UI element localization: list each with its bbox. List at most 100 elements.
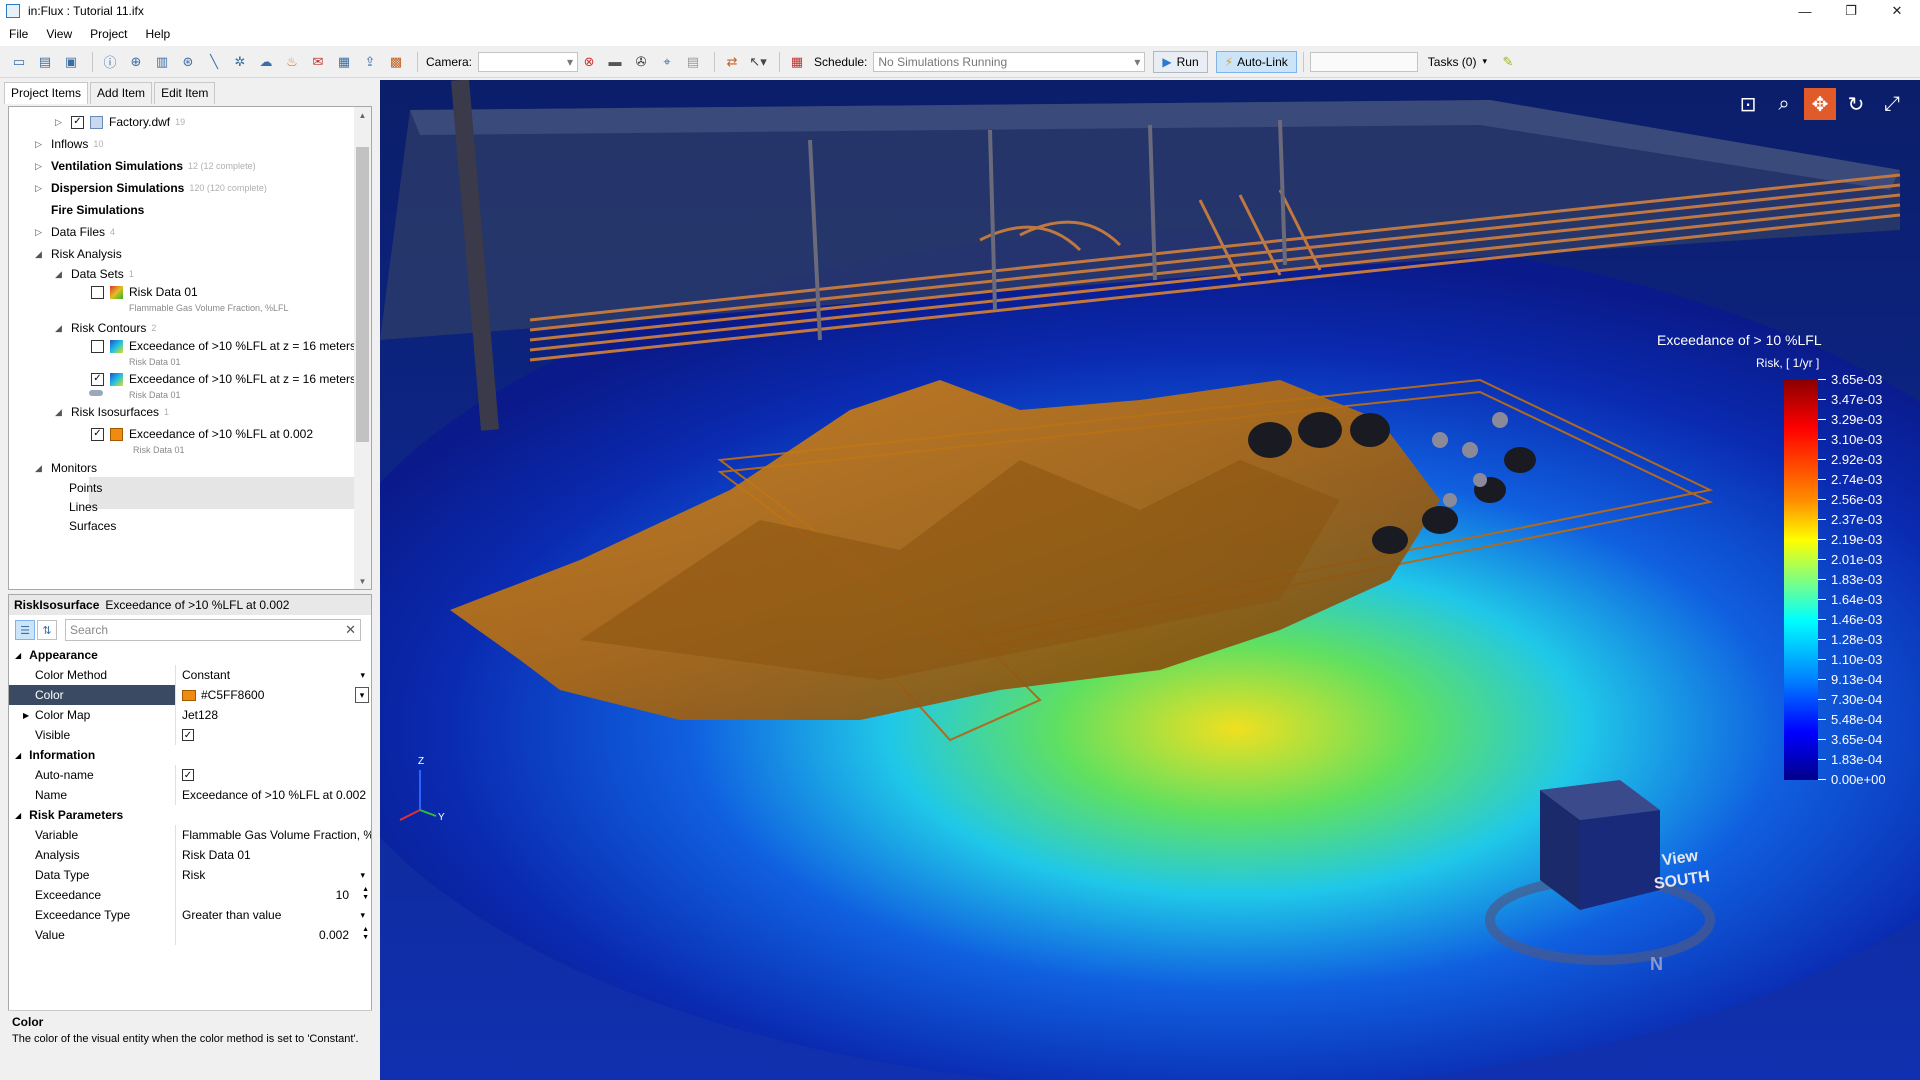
tree-item-lines[interactable]: Lines <box>69 498 98 516</box>
prop-color[interactable]: Color #C5FF8600 ▾ <box>9 685 371 705</box>
checkbox-unchecked-icon[interactable] <box>91 339 104 353</box>
camera-icon[interactable]: ▬ <box>604 51 626 73</box>
category-risk-parameters[interactable]: ◢ Risk Parameters <box>9 805 371 825</box>
tree-item-risk-analysis[interactable]: ◢ Risk Analysis <box>35 245 122 263</box>
tree-item-dispersion[interactable]: ▷ Dispersion Simulations 120 (120 complete… <box>35 179 267 197</box>
run-button[interactable]: ▶ Run <box>1153 50 1208 73</box>
prop-exceedance-type[interactable]: Exceedance Type Greater than value ▾ <box>9 905 371 925</box>
prop-color-map[interactable]: ▶ Color Map Jet128 <box>9 705 371 725</box>
checkbox-unchecked-icon[interactable] <box>91 285 104 299</box>
tree-item-isosurface-1[interactable]: ✓ Exceedance of >10 %LFL at 0.002 <box>91 425 313 443</box>
tree-item-risk-contours[interactable]: ◢ Risk Contours 2 <box>55 319 156 337</box>
checkbox-checked-icon[interactable]: ✓ <box>91 427 104 441</box>
save-icon[interactable]: ▣ <box>60 51 82 73</box>
scroll-thumb[interactable] <box>356 147 369 442</box>
report-icon[interactable]: ▦ <box>333 51 355 73</box>
alphabetical-view-icon[interactable]: ⇅ <box>37 620 57 640</box>
tree-item-risk-isosurfaces[interactable]: ◢ Risk Isosurfaces 1 <box>55 403 169 421</box>
open-folder-icon[interactable]: ▤ <box>34 51 56 73</box>
legend-tick <box>1818 519 1826 520</box>
tree-item-points[interactable]: Points <box>69 479 102 497</box>
tree-item-monitors[interactable]: ◢ Monitors <box>35 459 97 477</box>
line-icon[interactable]: ╲ <box>203 51 225 73</box>
schedule-select[interactable]: No Simulations Running ▾ <box>873 51 1146 72</box>
fullscreen-icon[interactable]: ⤢ <box>1876 88 1908 120</box>
prop-data-type[interactable]: Data Type Risk ▾ <box>9 865 371 885</box>
tree-item-data-sets[interactable]: ◢ Data Sets 1 <box>55 265 134 283</box>
prop-variable[interactable]: Variable Flammable Gas Volume Fraction, … <box>9 825 371 845</box>
add-item-icon[interactable]: ⊕ <box>125 51 147 73</box>
legend-label-text: 5.48e-04 <box>1831 712 1883 727</box>
tree-item-contour-1[interactable]: Exceedance of >10 %LFL at z = 16 meters <box>91 337 356 355</box>
legend-label: 1.83e-03 <box>1818 572 1882 587</box>
collapse-icon: ◢ <box>15 650 22 660</box>
menu-view[interactable]: View <box>37 27 81 41</box>
menu-help[interactable]: Help <box>137 27 180 41</box>
camera-select[interactable]: ▾ <box>478 51 579 72</box>
pointer-icon[interactable]: ↖▾ <box>747 51 769 73</box>
menu-file[interactable]: File <box>0 27 37 41</box>
legend-label-text: 3.65e-03 <box>1831 372 1883 387</box>
tree-item-fire[interactable]: Fire Simulations <box>51 201 144 219</box>
chevron-down-icon[interactable]: ▾ <box>1482 56 1487 67</box>
prop-name[interactable]: Name Exceedance of >10 %LFL at 0.002 <box>9 785 371 805</box>
window-title: in:Flux : Tutorial 11.ifx <box>28 4 144 18</box>
checkbox-checked-icon[interactable]: ✓ <box>71 115 84 129</box>
delete-camera-icon[interactable]: ⊗ <box>578 51 600 73</box>
info-icon[interactable]: ⓘ <box>99 51 121 73</box>
zoom-extents-icon[interactable]: ⊡ <box>1732 88 1764 120</box>
maximize-button[interactable]: ❐ <box>1828 0 1874 22</box>
menu-project[interactable]: Project <box>81 27 136 41</box>
transform-icon[interactable]: ⇄ <box>721 51 743 73</box>
tree-item-factory[interactable]: ▷ ✓ Factory.dwf 19 <box>55 113 185 131</box>
fan-icon[interactable]: ✲ <box>229 51 251 73</box>
legend-tick <box>1818 539 1826 540</box>
export-icon[interactable]: ⇪ <box>359 51 381 73</box>
legend-tick <box>1818 499 1826 500</box>
new-project-icon[interactable]: ▭ <box>8 51 30 73</box>
tree-item-surfaces[interactable]: Surfaces <box>69 517 116 535</box>
3d-viewport[interactable]: Z Y N ⊡ ⌕ ✥ ↻ ⤢ Exceedance of > 10 %LFL … <box>380 80 1920 1080</box>
prop-value[interactable]: Value 0.002 ▲ ▼ <box>9 925 371 945</box>
tree-item-ventilation[interactable]: ▷ Ventilation Simulations 12 (12 complete) <box>35 157 256 175</box>
tree-item-data-files[interactable]: ▷ Data Files 4 <box>35 223 115 241</box>
zoom-icon[interactable]: ⌕ <box>1768 88 1800 120</box>
tree-item-inflows[interactable]: ▷ Inflows 10 <box>35 135 103 153</box>
tasks-dropdown[interactable]: Tasks (0) <box>1428 55 1477 69</box>
building-icon[interactable]: ▥ <box>151 51 173 73</box>
pan-icon[interactable]: ✥ <box>1804 88 1836 120</box>
prop-visible[interactable]: Visible ✓ <box>9 725 371 745</box>
property-search-input[interactable]: Search ✕ <box>65 619 361 641</box>
tab-edit-item[interactable]: Edit Item <box>154 82 216 104</box>
crosshair-icon[interactable]: ⌖ <box>656 51 678 73</box>
tree-scrollbar[interactable]: ▲ ▼ <box>354 107 371 589</box>
prop-auto-name[interactable]: Auto-name ✓ <box>9 765 371 785</box>
target-icon[interactable]: ⊛ <box>177 51 199 73</box>
prop-analysis[interactable]: Analysis Risk Data 01 <box>9 845 371 865</box>
cloud-icon[interactable]: ☁ <box>255 51 277 73</box>
legend-label-text: 3.47e-03 <box>1831 392 1883 407</box>
category-appearance[interactable]: ◢ Appearance <box>9 645 371 665</box>
legend-label: 2.56e-03 <box>1818 492 1882 507</box>
category-information[interactable]: ◢ Information <box>9 745 371 765</box>
risk-data-icon <box>110 285 123 299</box>
fire-icon[interactable]: ♨ <box>281 51 303 73</box>
pencil-icon[interactable]: ✎ <box>1497 51 1519 73</box>
legend-label-text: 1.10e-03 <box>1831 652 1883 667</box>
orbit-icon[interactable]: ✇ <box>630 51 652 73</box>
close-button[interactable]: ✕ <box>1874 0 1920 22</box>
auto-link-button[interactable]: ⚡ Auto-Link <box>1215 50 1297 73</box>
tree-item-risk-data[interactable]: Risk Data 01 <box>91 283 198 301</box>
checkbox-checked-icon[interactable]: ✓ <box>91 372 104 386</box>
grid-icon[interactable]: ▩ <box>385 51 407 73</box>
prop-exceedance[interactable]: Exceedance 10 ▲ ▼ <box>9 885 371 905</box>
mail-icon[interactable]: ✉ <box>307 51 329 73</box>
prop-color-method[interactable]: Color Method Constant ▾ <box>9 665 371 685</box>
clip-icon[interactable]: ▤ <box>682 51 704 73</box>
tab-add-item[interactable]: Add Item <box>90 82 153 104</box>
minimize-button[interactable]: — <box>1782 0 1828 22</box>
rotate-icon[interactable]: ↻ <box>1840 88 1872 120</box>
tree-item-contour-2[interactable]: ✓ Exceedance of >10 %LFL at z = 16 meter… <box>91 370 356 388</box>
tab-project-items[interactable]: Project Items <box>4 82 89 104</box>
categorized-view-icon[interactable]: ☰ <box>15 620 35 640</box>
